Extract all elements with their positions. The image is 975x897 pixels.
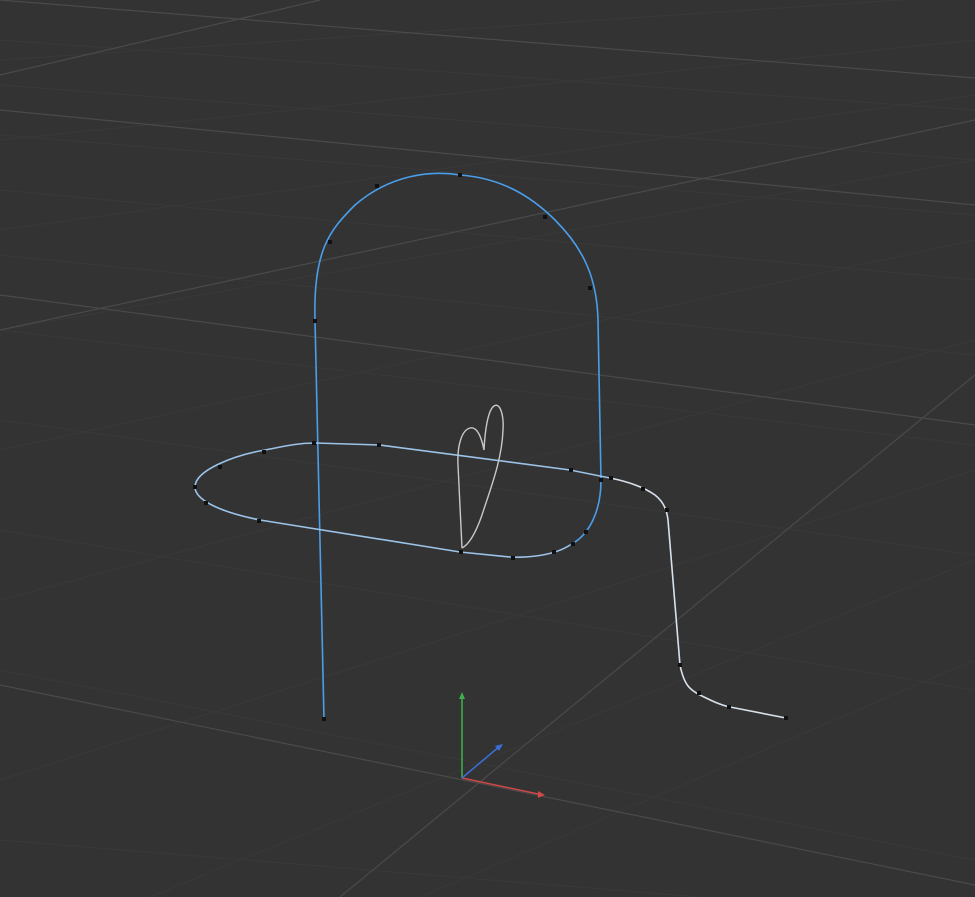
control-point[interactable] xyxy=(599,478,603,482)
control-point[interactable] xyxy=(218,465,222,469)
control-point[interactable] xyxy=(697,691,701,695)
control-point[interactable] xyxy=(727,705,731,709)
control-point[interactable] xyxy=(193,485,197,489)
control-point[interactable] xyxy=(588,286,592,290)
control-point[interactable] xyxy=(569,468,573,472)
control-point[interactable] xyxy=(377,443,381,447)
grid-major-lines xyxy=(0,0,975,897)
loop-curve[interactable] xyxy=(194,442,611,558)
control-point[interactable] xyxy=(322,717,326,721)
control-point[interactable] xyxy=(204,501,208,505)
z-axis-arrow xyxy=(461,745,501,779)
control-point[interactable] xyxy=(552,550,556,554)
3d-viewport[interactable] xyxy=(0,0,975,897)
control-point[interactable] xyxy=(312,441,316,445)
control-point[interactable] xyxy=(543,215,547,219)
control-point[interactable] xyxy=(511,556,515,560)
heart-curve[interactable] xyxy=(457,404,504,549)
control-point[interactable] xyxy=(262,450,266,454)
control-point[interactable] xyxy=(458,173,462,177)
control-point[interactable] xyxy=(584,530,588,534)
control-point[interactable] xyxy=(678,663,682,667)
control-point[interactable] xyxy=(665,508,669,512)
control-point[interactable] xyxy=(641,487,645,491)
control-point[interactable] xyxy=(375,184,379,188)
control-point[interactable] xyxy=(784,716,788,720)
control-point[interactable] xyxy=(571,542,575,546)
arch-curve[interactable] xyxy=(314,172,602,720)
step-curve[interactable] xyxy=(609,477,787,719)
control-point[interactable] xyxy=(459,550,463,554)
viewport-canvas[interactable] xyxy=(0,0,975,897)
control-point[interactable] xyxy=(609,476,613,480)
y-axis-arrowhead xyxy=(459,692,465,699)
control-point[interactable] xyxy=(328,240,332,244)
control-point[interactable] xyxy=(257,519,261,523)
control-point[interactable] xyxy=(313,319,317,323)
grid-minor-lines xyxy=(0,0,975,897)
